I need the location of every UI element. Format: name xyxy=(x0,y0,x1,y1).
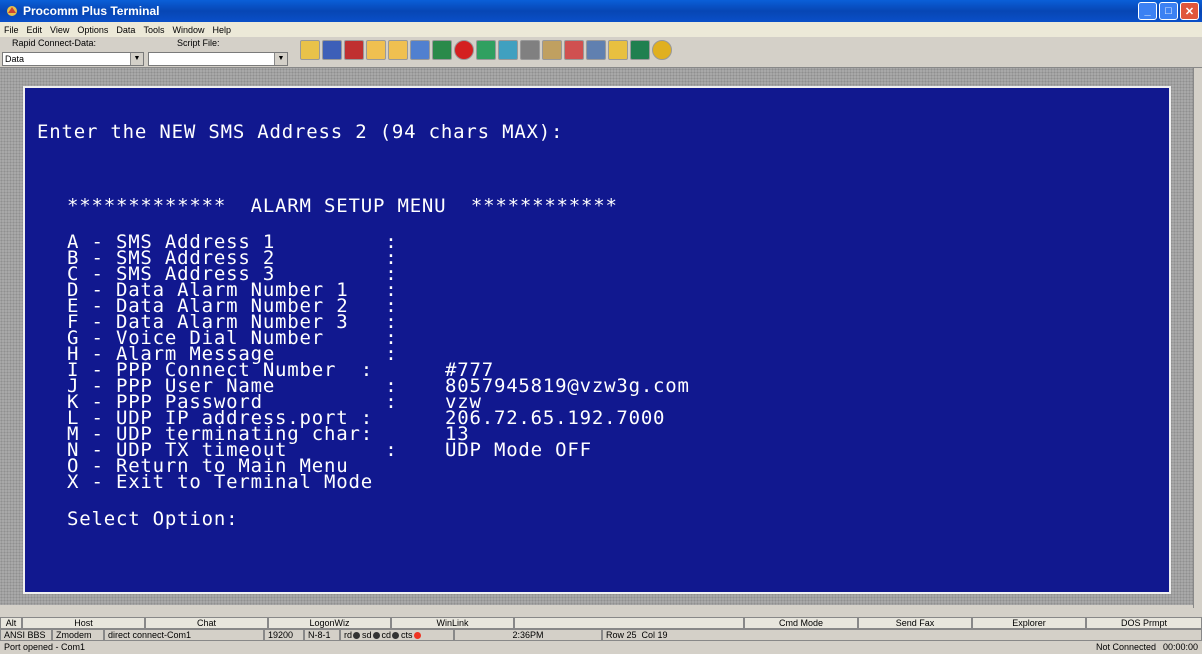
select-option-prompt: Select Option: xyxy=(67,508,239,530)
clipboard-icon[interactable] xyxy=(608,40,628,60)
chevron-down-icon[interactable]: ▼ xyxy=(274,53,287,65)
led-label: sd xyxy=(362,630,372,640)
emulation-status[interactable]: ANSI BBS xyxy=(0,629,52,641)
led-label: cts xyxy=(401,630,413,640)
title-bar: Procomm Plus Terminal _ □ ✕ xyxy=(0,0,1202,22)
col-status: Col 19 xyxy=(641,630,668,640)
protocol-status[interactable]: Zmodem xyxy=(52,629,104,641)
close-button[interactable]: ✕ xyxy=(1180,2,1199,20)
meta-keys-icon[interactable] xyxy=(630,40,650,60)
window-title: Procomm Plus Terminal xyxy=(23,4,160,18)
menu-view[interactable]: View xyxy=(46,25,73,35)
menu-item-value: 206.72.65.192.7000 xyxy=(445,407,666,429)
connect-icon[interactable] xyxy=(498,40,518,60)
help-icon[interactable] xyxy=(652,40,672,60)
action-button-bar: Alt Host Chat LogonWiz WinLink Cmd Mode … xyxy=(0,617,1202,629)
menu-item-value: UDP Mode OFF xyxy=(445,439,592,461)
winlink-button[interactable]: WinLink xyxy=(391,617,514,629)
toolbar-icons xyxy=(300,40,672,60)
printer-icon[interactable] xyxy=(520,40,540,60)
script-file-label: Script File: xyxy=(177,38,220,48)
monitor-icon[interactable] xyxy=(432,40,452,60)
status-bar: ANSI BBS Zmodem direct connect-Com1 1920… xyxy=(0,629,1202,641)
chat-button[interactable]: Chat xyxy=(145,617,268,629)
menu-window[interactable]: Window xyxy=(168,25,208,35)
led-label: rd xyxy=(344,630,353,640)
cursor-position: Row 25 Col 19 xyxy=(602,629,1202,641)
alt-button[interactable]: Alt xyxy=(0,617,22,629)
bottom-status-bar: Port opened - Com1 Not Connected 00:00:0… xyxy=(0,641,1202,654)
cd-led-icon xyxy=(392,631,400,639)
row-status: Row 25 xyxy=(606,630,637,640)
menu-item-label: X - Exit to Terminal Mode xyxy=(67,471,373,493)
menu-tools[interactable]: Tools xyxy=(139,25,168,35)
vertical-scrollbar[interactable] xyxy=(1193,68,1202,608)
sd-led-icon xyxy=(372,631,380,639)
menu-bar: File Edit View Options Data Tools Window… xyxy=(0,22,1202,37)
rapid-connect-value: Data xyxy=(5,54,25,64)
capture-icon[interactable] xyxy=(542,40,562,60)
terminal-icon[interactable] xyxy=(476,40,496,60)
explorer-button[interactable]: Explorer xyxy=(972,617,1086,629)
hangup-phone-icon[interactable] xyxy=(454,40,474,60)
script-file-combo[interactable]: ▼ xyxy=(148,52,288,66)
minimize-button[interactable]: _ xyxy=(1138,2,1157,20)
run-script-icon[interactable] xyxy=(300,40,320,60)
settings-status: N-8-1 xyxy=(304,629,340,641)
prompt-text: Enter the NEW SMS Address 2 (94 chars MA… xyxy=(37,121,564,143)
led-label: cd xyxy=(381,630,392,640)
menu-data[interactable]: Data xyxy=(112,25,139,35)
baud-status: 19200 xyxy=(264,629,304,641)
send-fax-button[interactable]: Send Fax xyxy=(858,617,972,629)
phonebook-icon[interactable] xyxy=(322,40,342,60)
menu-file[interactable]: File xyxy=(0,25,23,35)
cmd-mode-button[interactable]: Cmd Mode xyxy=(744,617,858,629)
rd-led-icon xyxy=(353,631,361,639)
blank-button[interactable] xyxy=(514,617,744,629)
dos-prompt-button[interactable]: DOS Prmpt xyxy=(1086,617,1202,629)
terminal-screen[interactable]: Enter the NEW SMS Address 2 (94 chars MA… xyxy=(23,86,1171,594)
maximize-button[interactable]: □ xyxy=(1159,2,1178,20)
menu-options[interactable]: Options xyxy=(73,25,112,35)
port-status: Port opened - Com1 xyxy=(4,642,86,652)
host-button[interactable]: Host xyxy=(22,617,145,629)
menu-title: ************* ALARM SETUP MENU *********… xyxy=(67,195,618,217)
elapsed-time: 00:00:00 xyxy=(1163,642,1199,652)
connection-status[interactable]: direct connect-Com1 xyxy=(104,629,264,641)
download-icon[interactable] xyxy=(388,40,408,60)
upload-icon[interactable] xyxy=(366,40,386,60)
menu-edit[interactable]: Edit xyxy=(23,25,47,35)
cts-led-icon xyxy=(413,631,421,639)
keyboard-icon[interactable] xyxy=(586,40,606,60)
rapid-connect-label: Rapid Connect-Data: xyxy=(12,38,97,48)
procomm-app-icon[interactable] xyxy=(5,4,19,18)
mode-icon[interactable] xyxy=(344,40,364,60)
connected-status: Not Connected xyxy=(1096,642,1157,652)
menu-help[interactable]: Help xyxy=(208,25,235,35)
tools-icon[interactable] xyxy=(564,40,584,60)
rapid-connect-combo[interactable]: Data ▼ xyxy=(2,52,144,66)
chevron-down-icon[interactable]: ▼ xyxy=(130,53,143,65)
clock-status: 2:36PM xyxy=(454,629,602,641)
logonwiz-button[interactable]: LogonWiz xyxy=(268,617,391,629)
modem-leds: rd sd cd cts xyxy=(340,629,454,641)
send-file-icon[interactable] xyxy=(410,40,430,60)
